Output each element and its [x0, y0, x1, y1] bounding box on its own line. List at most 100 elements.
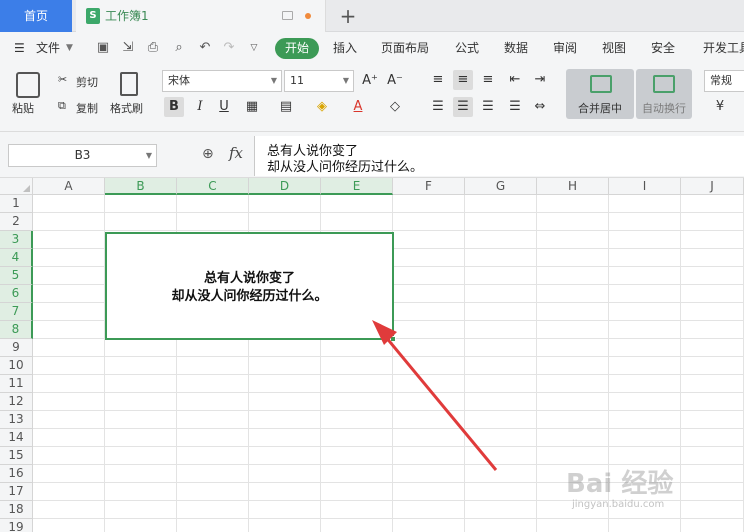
- outdent-icon[interactable]: ⇤: [505, 70, 525, 90]
- zoom-lookup-icon[interactable]: ⊕: [202, 146, 214, 162]
- column-header-d[interactable]: D: [249, 178, 321, 195]
- column-header-g[interactable]: G: [465, 178, 537, 195]
- column-header-c[interactable]: C: [177, 178, 249, 195]
- menu-file[interactable]: 文件: [36, 32, 60, 64]
- align-right-icon[interactable]: ☰: [478, 97, 498, 117]
- increase-font-icon[interactable]: A⁺: [360, 71, 380, 91]
- gridline-horizontal: [33, 446, 744, 447]
- distributed-icon[interactable]: ⇔: [530, 97, 550, 117]
- copy-icon[interactable]: ⧉: [58, 99, 66, 113]
- justify-icon[interactable]: ☰: [505, 97, 525, 117]
- row-header-4[interactable]: 4: [0, 249, 33, 267]
- merge-cells-icon: [590, 75, 612, 93]
- indent-icon[interactable]: ⇥: [530, 70, 550, 90]
- home-tab[interactable]: 首页: [0, 0, 72, 32]
- align-center-icon[interactable]: ☰: [453, 97, 473, 117]
- eraser-icon[interactable]: ◇: [385, 97, 405, 117]
- merged-cell-b3-e8[interactable]: 总有人说你变了 却从没人问你经历过什么。: [105, 232, 394, 340]
- column-header-i[interactable]: I: [609, 178, 681, 195]
- borders-icon[interactable]: ▦: [242, 97, 262, 117]
- hamburger-menu-icon[interactable]: ☰: [14, 32, 25, 64]
- cell-style-icon[interactable]: ▤: [276, 97, 296, 117]
- gridline-horizontal: [33, 428, 744, 429]
- column-header-e[interactable]: E: [321, 178, 393, 195]
- column-header-h[interactable]: H: [537, 178, 609, 195]
- font-name-value: 宋体: [168, 74, 190, 87]
- row-header-16[interactable]: 16: [0, 465, 33, 483]
- column-header-b[interactable]: B: [105, 178, 177, 195]
- font-color-icon[interactable]: A: [348, 97, 368, 117]
- format-painter-icon[interactable]: [120, 72, 138, 96]
- menu-formulas[interactable]: 公式: [455, 32, 479, 64]
- row-header-18[interactable]: 18: [0, 501, 33, 519]
- row-header-10[interactable]: 10: [0, 357, 33, 375]
- align-left-icon[interactable]: ☰: [428, 97, 448, 117]
- new-tab-button[interactable]: +: [338, 2, 358, 30]
- menu-insert[interactable]: 插入: [333, 32, 357, 64]
- currency-icon[interactable]: ¥: [710, 97, 730, 117]
- menu-start[interactable]: 开始: [275, 38, 319, 59]
- chevron-down-icon[interactable]: ▼: [66, 32, 73, 64]
- row-header-1[interactable]: 1: [0, 195, 33, 213]
- decrease-font-icon[interactable]: A⁻: [385, 71, 405, 91]
- wrap-text-button[interactable]: 自动换行: [636, 69, 692, 119]
- row-header-12[interactable]: 12: [0, 393, 33, 411]
- bold-button[interactable]: B: [164, 97, 184, 117]
- cut-button[interactable]: 剪切: [76, 74, 98, 90]
- row-header-6[interactable]: 6: [0, 285, 33, 303]
- gridline-horizontal: [33, 392, 744, 393]
- row-header-15[interactable]: 15: [0, 447, 33, 465]
- align-top-icon[interactable]: ≡: [428, 70, 448, 90]
- customize-toolbar-icon[interactable]: ▽: [247, 41, 261, 55]
- name-box[interactable]: B3 ▼: [8, 144, 157, 167]
- row-header-13[interactable]: 13: [0, 411, 33, 429]
- copy-button[interactable]: 复制: [76, 100, 98, 116]
- fx-icon[interactable]: fx: [229, 144, 243, 162]
- save-icon[interactable]: ▣: [96, 41, 110, 55]
- menu-page-layout[interactable]: 页面布局: [381, 32, 429, 64]
- row-header-11[interactable]: 11: [0, 375, 33, 393]
- font-size-select[interactable]: 11 ▼: [284, 70, 354, 92]
- row-header-9[interactable]: 9: [0, 339, 33, 357]
- fill-color-icon[interactable]: ◈: [312, 97, 332, 117]
- menu-view[interactable]: 视图: [602, 32, 626, 64]
- menu-security[interactable]: 安全: [651, 32, 675, 64]
- align-middle-icon[interactable]: ≡: [453, 70, 473, 90]
- document-tab-title: 工作簿1: [105, 9, 149, 23]
- export-icon[interactable]: ⇲: [121, 41, 135, 55]
- row-header-3[interactable]: 3: [0, 231, 33, 249]
- paste-button[interactable]: 粘贴: [12, 100, 34, 116]
- row-header-5[interactable]: 5: [0, 267, 33, 285]
- menu-review[interactable]: 审阅: [553, 32, 577, 64]
- column-header-a[interactable]: A: [33, 178, 105, 195]
- select-all-corner[interactable]: [0, 178, 33, 195]
- row-header-17[interactable]: 17: [0, 483, 33, 501]
- menu-developer[interactable]: 开发工具: [703, 32, 744, 64]
- column-header-j[interactable]: J: [681, 178, 744, 195]
- undo-icon[interactable]: ↶: [198, 41, 212, 55]
- scissors-icon[interactable]: ✂: [58, 73, 67, 86]
- print-icon[interactable]: ⎙: [146, 41, 160, 55]
- row-header-14[interactable]: 14: [0, 429, 33, 447]
- underline-button[interactable]: U: [214, 97, 234, 117]
- menu-data[interactable]: 数据: [504, 32, 528, 64]
- print-preview-icon[interactable]: ⌕: [172, 41, 186, 55]
- number-format-select[interactable]: 常规: [704, 70, 744, 92]
- italic-button[interactable]: I: [190, 97, 210, 117]
- row-header-7[interactable]: 7: [0, 303, 33, 321]
- formula-input[interactable]: 总有人说你变了 却从没人问你经历过什么。: [254, 136, 744, 176]
- row-header-19[interactable]: 19: [0, 519, 33, 532]
- number-format-value: 常规: [710, 74, 732, 87]
- row-header-8[interactable]: 8: [0, 321, 33, 339]
- row-header-2[interactable]: 2: [0, 213, 33, 231]
- align-bottom-icon[interactable]: ≡: [478, 70, 498, 90]
- document-tab[interactable]: S 工作簿1: [76, 0, 326, 32]
- font-name-select[interactable]: 宋体 ▼: [162, 70, 282, 92]
- monitor-icon[interactable]: [282, 11, 293, 20]
- column-header-f[interactable]: F: [393, 178, 465, 195]
- fill-handle[interactable]: [390, 336, 396, 342]
- paste-icon[interactable]: [16, 72, 40, 98]
- merge-center-button[interactable]: 合并居中: [566, 69, 634, 119]
- redo-icon[interactable]: ↷: [222, 41, 236, 55]
- format-painter-button[interactable]: 格式刷: [110, 100, 143, 116]
